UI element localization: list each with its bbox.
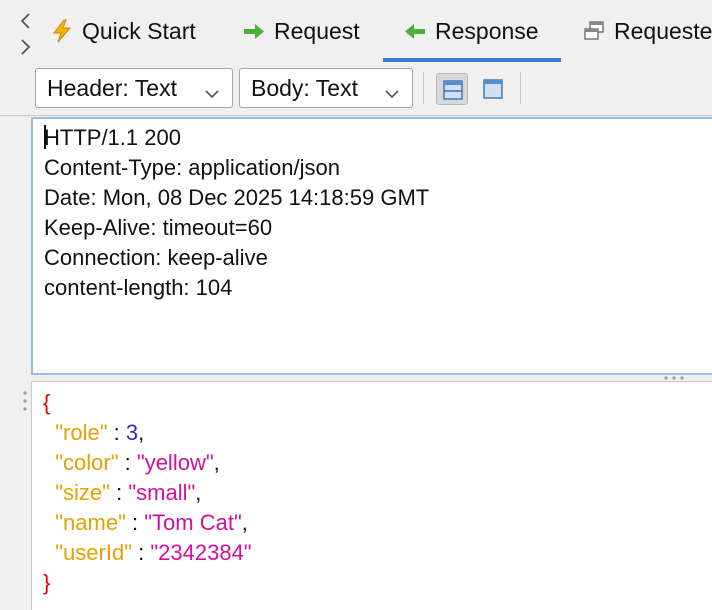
json-comma: , (138, 420, 145, 445)
json-field: "name" : "Tom Cat", (43, 508, 712, 538)
header-line-text: HTTP/1.1 200 (44, 125, 181, 150)
json-field: "role" : 3, (43, 418, 712, 448)
json-value: "small" (128, 480, 196, 505)
json-line: { (43, 388, 712, 418)
json-key: "role" (55, 420, 108, 445)
header-line: Date: Mon, 08 Dec 2025 14:18:59 GMT (44, 185, 430, 210)
body-format-select[interactable]: Body: Text (239, 68, 413, 108)
header-line: Content-Type: application/json (44, 155, 340, 180)
json-key: "userId" (55, 540, 132, 565)
json-key: "color" (55, 450, 119, 475)
json-value: "yellow" (136, 450, 214, 475)
chevron-down-icon (204, 81, 220, 99)
chevron-down-icon (384, 81, 400, 99)
json-key: "size" (55, 480, 110, 505)
header-format-value: Header: Text (47, 74, 177, 101)
json-value: "Tom Cat" (144, 510, 242, 535)
tab-label: Requeste (614, 17, 712, 44)
response-header-pane[interactable]: HTTP/1.1 200 Content-Type: application/j… (31, 117, 712, 375)
single-pane-icon (483, 79, 503, 99)
tab-quick-start[interactable]: Quick Start (50, 0, 196, 62)
tab-scroll-arrows (16, 8, 38, 58)
json-key: "name" (55, 510, 126, 535)
body-format-value: Body: Text (251, 74, 358, 101)
tab-label: Request (274, 17, 360, 44)
json-field: "size" : "small", (43, 478, 712, 508)
left-gutter (0, 116, 31, 610)
tab-scroll-left-icon[interactable] (20, 13, 30, 29)
json-separator: : (132, 540, 151, 565)
json-fields: "role" : 3, "color" : "yellow", "size" :… (43, 418, 712, 568)
header-line: HTTP/1.1 200 (44, 123, 712, 153)
tab-response[interactable]: Response (383, 0, 561, 62)
tab-label: Quick Start (82, 17, 196, 44)
tab-requester[interactable]: Requeste (582, 0, 712, 62)
response-body-pane[interactable]: { "role" : 3, "color" : "yellow", "size"… (31, 381, 712, 610)
json-line: } (43, 568, 712, 598)
single-layout-button[interactable] (477, 73, 509, 105)
toolbar-separator (520, 72, 521, 104)
json-separator: : (125, 510, 145, 535)
json-value: 3 (125, 420, 139, 445)
header-line: Keep-Alive: timeout=60 (44, 215, 273, 240)
lightning-icon (50, 19, 74, 43)
tab-scroll-right-icon[interactable] (21, 39, 31, 55)
http-client-window: Quick Start Request Response Requeste He… (0, 0, 712, 610)
json-close-brace: } (43, 570, 51, 595)
toolbar-separator (423, 72, 424, 104)
json-field: "userId" : "2342384" (43, 538, 712, 568)
arrow-left-icon (403, 19, 427, 43)
response-toolbar: Header: Text Body: Text (0, 62, 712, 116)
header-line: content-length: 104 (44, 275, 233, 300)
tab-label: Response (435, 17, 539, 44)
json-comma: , (241, 510, 248, 535)
arrow-right-icon (242, 19, 266, 43)
split-layout-button[interactable] (436, 73, 468, 105)
vertical-grip-icon[interactable] (22, 390, 28, 414)
json-field: "color" : "yellow", (43, 448, 712, 478)
json-separator: : (109, 480, 129, 505)
json-comma: , (195, 480, 202, 505)
tab-bar: Quick Start Request Response Requeste (0, 0, 712, 63)
json-separator: : (107, 420, 126, 445)
header-format-select[interactable]: Header: Text (35, 68, 233, 108)
windows-icon (582, 19, 606, 43)
json-value: "2342384" (150, 540, 252, 565)
json-separator: : (118, 450, 137, 475)
header-line: Connection: keep-alive (44, 245, 268, 270)
tab-request[interactable]: Request (242, 0, 360, 62)
json-comma: , (213, 450, 220, 475)
json-open-brace: { (43, 390, 51, 415)
split-horizontal-icon (443, 80, 463, 100)
